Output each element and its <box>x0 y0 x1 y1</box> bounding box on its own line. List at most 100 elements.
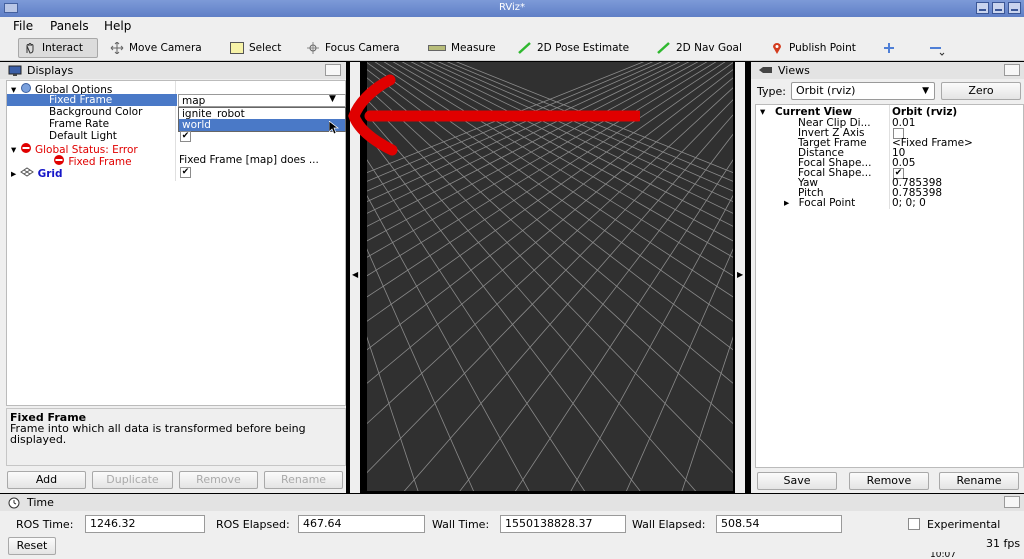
remove-tool-button[interactable] <box>924 38 946 58</box>
collapse-left-icon[interactable]: ◀ <box>352 270 358 279</box>
undock-button[interactable] <box>325 64 341 76</box>
nav-goal-label: 2D Nav Goal <box>676 42 742 54</box>
time-title: Time <box>27 496 54 509</box>
publish-point-tool[interactable]: Publish Point <box>766 38 860 58</box>
focus-icon <box>306 42 320 54</box>
grid-label: Grid <box>37 168 63 180</box>
prop-focal-point[interactable]: ▸ Focal Point <box>784 197 855 209</box>
view-type-value: Orbit (rviz) <box>796 84 856 97</box>
toolbar: Interact Move Camera Select Focus Camera… <box>0 35 1024 61</box>
move-arrows-icon <box>110 41 124 55</box>
nav-goal-tool[interactable]: 2D Nav Goal <box>653 38 746 58</box>
chevron-down-icon[interactable]: ▼ <box>329 94 336 104</box>
grid-checkbox[interactable]: ✔ <box>180 167 191 178</box>
tree-row-global-options[interactable]: ▾ Global Options <box>11 82 112 96</box>
view-type-label: Type: <box>757 85 786 98</box>
focus-camera-label: Focus Camera <box>325 42 400 54</box>
ros-time-field[interactable]: 1246.32 <box>85 515 205 533</box>
expand-arrow-icon[interactable]: ▸ <box>11 168 16 180</box>
add-tool-button[interactable] <box>878 38 900 58</box>
ruler-icon <box>428 45 446 51</box>
frame-rate-label[interactable]: Frame Rate <box>49 118 109 130</box>
monitor-icon <box>8 65 22 77</box>
default-light-checkbox[interactable]: ✔ <box>180 131 191 142</box>
measure-label: Measure <box>451 42 496 54</box>
fps-label: 31 fps <box>986 537 1021 550</box>
fixed-frame-combobox[interactable]: map ▼ <box>178 94 346 107</box>
undock-button[interactable] <box>1004 496 1020 508</box>
maximize-button[interactable] <box>992 2 1005 14</box>
move-camera-tool[interactable]: Move Camera <box>106 38 206 58</box>
pose-estimate-label: 2D Pose Estimate <box>537 42 630 54</box>
displays-title: Displays <box>27 64 74 77</box>
fixed-frame-value: map <box>182 95 206 107</box>
menu-help[interactable]: Help <box>104 19 131 33</box>
expand-arrow-icon[interactable]: ▾ <box>760 106 765 118</box>
menu-panels[interactable]: Panels <box>50 19 89 33</box>
tree-row-grid[interactable]: ▸ Grid <box>11 166 63 180</box>
remove-view-button[interactable]: Remove <box>849 472 929 490</box>
publish-point-label: Publish Point <box>789 42 856 54</box>
tree-row-global-status[interactable]: ▾ Global Status: Error <box>11 142 138 156</box>
wall-elapsed-label: Wall Elapsed: <box>632 518 706 531</box>
wall-elapsed-field[interactable]: 508.54 <box>716 515 842 533</box>
red-annotation-arrow <box>348 74 640 156</box>
help-area: Fixed Frame Frame into which all data is… <box>6 408 346 466</box>
minus-icon <box>928 42 945 56</box>
focus-camera-tool[interactable]: Focus Camera <box>302 38 404 58</box>
zero-button[interactable]: Zero <box>941 82 1021 100</box>
rename-display-button[interactable]: Rename <box>264 471 343 489</box>
wall-time-label: Wall Time: <box>432 518 490 531</box>
displays-tree[interactable]: ▾ Global Options Fixed Frame map ▼ ignit… <box>6 80 346 406</box>
experimental-label: Experimental <box>927 518 1001 531</box>
green-arrow-icon <box>518 42 532 54</box>
default-light-label[interactable]: Default Light <box>49 130 117 142</box>
expand-arrow-icon[interactable]: ▸ <box>784 197 789 209</box>
undock-button[interactable] <box>1004 64 1020 76</box>
displays-panel: Displays ▾ Global Options Fixed Frame ma… <box>0 62 346 493</box>
collapse-right-icon[interactable]: ▶ <box>737 270 743 279</box>
menu-file[interactable]: File <box>13 19 33 33</box>
hand-pointer-icon <box>23 42 37 54</box>
right-splitter[interactable]: ▶ <box>735 62 745 493</box>
ros-time-label: ROS Time: <box>16 518 74 531</box>
tree-row-status-fixed-frame[interactable]: Fixed Frame <box>53 154 132 168</box>
select-box-icon <box>230 42 244 54</box>
move-camera-label: Move Camera <box>129 42 202 54</box>
map-pin-icon <box>770 42 784 54</box>
experimental-checkbox[interactable] <box>908 518 920 530</box>
clock-icon <box>8 497 22 509</box>
rename-view-button[interactable]: Rename <box>939 472 1019 490</box>
reset-button[interactable]: Reset <box>8 537 56 555</box>
grid-line <box>681 336 733 491</box>
green-arrow-icon <box>657 42 671 54</box>
close-button[interactable] <box>1008 2 1021 14</box>
time-header: Time <box>0 494 1024 511</box>
view-properties-tree[interactable]: ▾ Current View Orbit (rviz) Near Clip Di… <box>755 104 1024 468</box>
expand-arrow-icon[interactable]: ▾ <box>11 144 16 156</box>
view-type-select[interactable]: Orbit (rviz) ▼ <box>791 82 935 100</box>
duplicate-display-button[interactable]: Duplicate <box>92 471 173 489</box>
wall-time-field[interactable]: 1550138828.37 <box>500 515 626 533</box>
fixed-frame-dropdown: ignite_robot world <box>178 107 346 132</box>
select-tool[interactable]: Select <box>226 38 285 58</box>
minimize-button[interactable] <box>976 2 989 14</box>
column-divider <box>889 105 890 209</box>
dropdown-option-world[interactable]: world <box>179 119 345 131</box>
save-view-button[interactable]: Save <box>757 472 837 490</box>
status-fixed-frame-value: Fixed Frame [map] does ... <box>179 154 319 166</box>
ros-elapsed-field[interactable]: 467.64 <box>298 515 425 533</box>
measure-tool[interactable]: Measure <box>424 38 500 58</box>
prop-focal-point-value[interactable]: 0; 0; 0 <box>892 197 926 209</box>
background-color-label[interactable]: Background Color <box>49 106 142 118</box>
pose-estimate-tool[interactable]: 2D Pose Estimate <box>514 38 633 58</box>
interact-tool[interactable]: Interact <box>18 38 98 58</box>
views-title: Views <box>778 64 810 77</box>
title-bar: rviz RViz* <box>0 0 1024 17</box>
remove-display-button[interactable]: Remove <box>179 471 258 489</box>
system-clock: 10:07 <box>930 552 956 557</box>
ros-elapsed-label: ROS Elapsed: <box>216 518 290 531</box>
grid-icon <box>20 166 34 178</box>
add-display-button[interactable]: Add <box>7 471 86 489</box>
tree-row-fixed-frame[interactable]: Fixed Frame <box>7 94 177 106</box>
